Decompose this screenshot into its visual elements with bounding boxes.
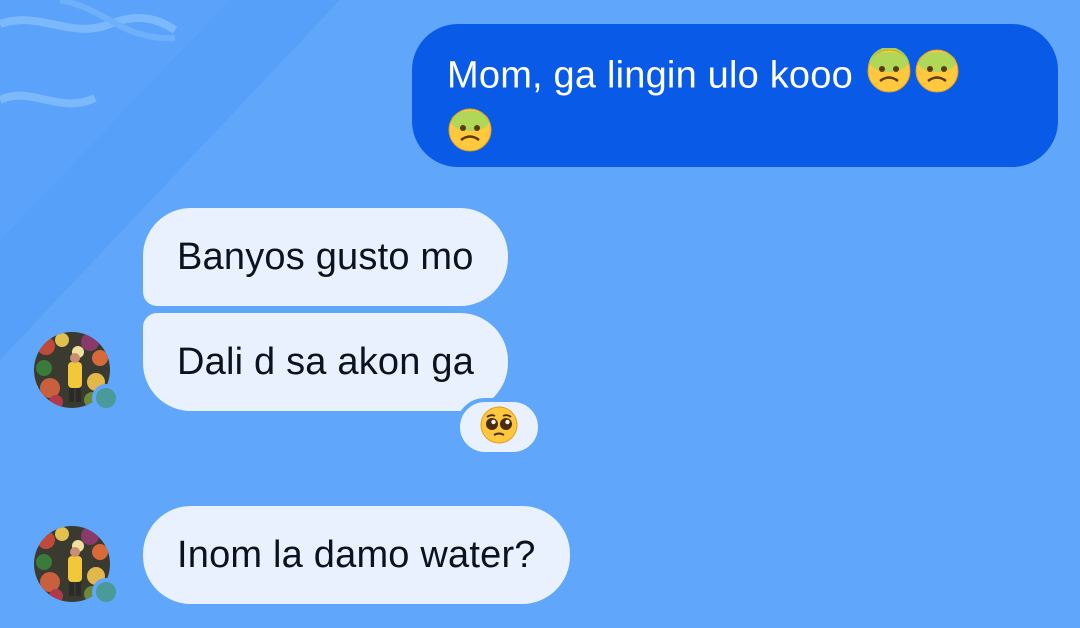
nauseated-face-emoji-icon — [914, 48, 960, 107]
message-reaction[interactable] — [456, 398, 542, 456]
incoming-message-bubble[interactable]: Banyos gusto mo — [143, 208, 508, 306]
online-status-dot — [92, 578, 120, 606]
contact-avatar[interactable] — [34, 526, 120, 606]
online-status-dot — [92, 384, 120, 412]
message-text: Dali d sa akon ga — [177, 341, 475, 383]
message-text: Mom, ga lingin ulo kooo — [447, 54, 853, 97]
nauseated-face-emoji-icon — [447, 107, 493, 166]
message-text: Inom la damo water? — [177, 534, 536, 576]
nauseated-face-emoji-icon — [866, 47, 912, 107]
message-text: Banyos gusto mo — [177, 236, 474, 278]
outgoing-message-bubble[interactable]: Mom, ga lingin ulo kooo — [412, 24, 1058, 167]
pleading-face-emoji-icon — [479, 405, 519, 450]
incoming-message-bubble[interactable]: Inom la damo water? — [143, 506, 570, 604]
incoming-message-bubble[interactable]: Dali d sa akon ga — [143, 313, 509, 411]
contact-avatar[interactable] — [34, 332, 120, 412]
